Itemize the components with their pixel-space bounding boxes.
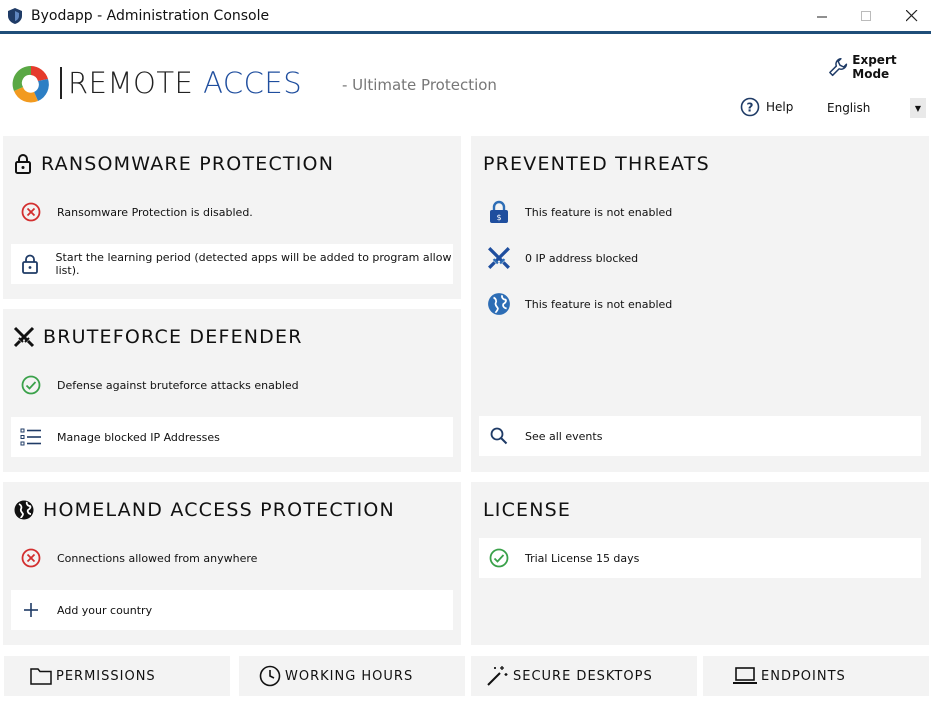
clock-icon: [259, 665, 281, 687]
title-bar: Byodapp - Administration Console: [0, 0, 931, 34]
wrench-icon: [829, 57, 848, 77]
threats-panel: Prevented Threats $ This feature is not …: [471, 136, 929, 472]
globe-icon: [14, 500, 34, 520]
bruteforce-panel: Bruteforce Defender Defense against brut…: [3, 309, 461, 472]
maximize-button[interactable]: [843, 0, 889, 32]
window-title: Byodapp - Administration Console: [31, 8, 270, 24]
error-icon: [19, 546, 43, 570]
threats-item-ransomware: $ This feature is not enabled: [479, 192, 921, 232]
search-icon: [487, 424, 511, 448]
logo-word-acces: ACCES: [203, 66, 303, 100]
endpoints-button[interactable]: Endpoints: [703, 656, 929, 696]
close-button[interactable]: [889, 0, 931, 32]
help-button[interactable]: ? Help: [740, 97, 793, 117]
homeland-status: Connections allowed from anywhere: [11, 538, 453, 578]
check-icon: [19, 373, 43, 397]
padlock-icon: $: [487, 200, 511, 224]
minimize-button[interactable]: [799, 0, 845, 32]
logo-text: REMOTE ACCES: [68, 66, 302, 100]
shield-icon: [8, 8, 22, 24]
tagline: - Ultimate Protection: [342, 76, 497, 94]
manage-blocked-ip-button[interactable]: Manage blocked IP Addresses: [11, 417, 453, 457]
lock-icon: [19, 252, 42, 276]
see-all-events-button[interactable]: See all events: [479, 416, 921, 456]
homeland-title: Homeland Access Protection: [13, 499, 395, 521]
magic-wand-icon: [487, 666, 508, 686]
maximize-icon: [860, 10, 871, 21]
globe-icon: [487, 292, 511, 316]
language-select[interactable]: English ▼: [820, 96, 928, 120]
checklist-icon: [19, 425, 43, 449]
bruteforce-status: Defense against bruteforce attacks enabl…: [11, 365, 453, 405]
check-icon: [487, 546, 511, 570]
permissions-button[interactable]: Permissions: [4, 656, 230, 696]
logo-word-remote: REMOTE: [68, 66, 194, 100]
secure-desktops-button[interactable]: Secure Desktops: [471, 656, 697, 696]
svg-text:$: $: [496, 213, 501, 222]
help-icon: ?: [740, 97, 760, 117]
ransomware-title: Ransomware Protection: [13, 153, 334, 175]
lock-icon: [15, 154, 31, 174]
threats-item-bruteforce: 0 IP address blocked: [479, 238, 921, 278]
crossed-swords-icon: [487, 246, 511, 270]
chevron-down-icon: ▼: [910, 98, 926, 118]
expert-mode-label: Expert Mode: [852, 53, 897, 81]
add-country-button[interactable]: Add your country: [11, 590, 453, 630]
ransomware-status: Ransomware Protection is disabled.: [11, 192, 453, 232]
threats-item-homeland: This feature is not enabled: [479, 284, 921, 324]
laptop-icon: [733, 667, 757, 684]
crossed-swords-icon: [13, 326, 35, 348]
error-icon: [19, 200, 43, 224]
plus-icon: [19, 598, 43, 622]
language-value: English: [827, 101, 871, 115]
expert-mode-button[interactable]: Expert Mode: [828, 53, 931, 81]
minimize-icon: [816, 16, 827, 17]
folder-icon: [30, 668, 52, 685]
start-learning-period-button[interactable]: Start the learning period (detected apps…: [11, 244, 453, 284]
help-label: Help: [766, 100, 794, 114]
license-panel: License Trial License 15 days: [471, 482, 929, 645]
svg-text:?: ?: [747, 101, 754, 115]
threats-title: Prevented Threats: [483, 153, 710, 175]
homeland-panel: Homeland Access Protection Connections a…: [3, 482, 461, 645]
working-hours-button[interactable]: Working Hours: [239, 656, 465, 696]
ransomware-panel: Ransomware Protection Ransomware Protect…: [3, 136, 461, 299]
license-title: License: [483, 499, 572, 521]
logo-icon: [12, 65, 49, 103]
logo-divider: [60, 67, 62, 99]
license-status: Trial License 15 days: [479, 538, 921, 578]
close-icon: [906, 10, 918, 22]
header: REMOTE ACCES - Ultimate Protection Exper…: [0, 34, 931, 134]
bruteforce-title: Bruteforce Defender: [13, 326, 303, 348]
